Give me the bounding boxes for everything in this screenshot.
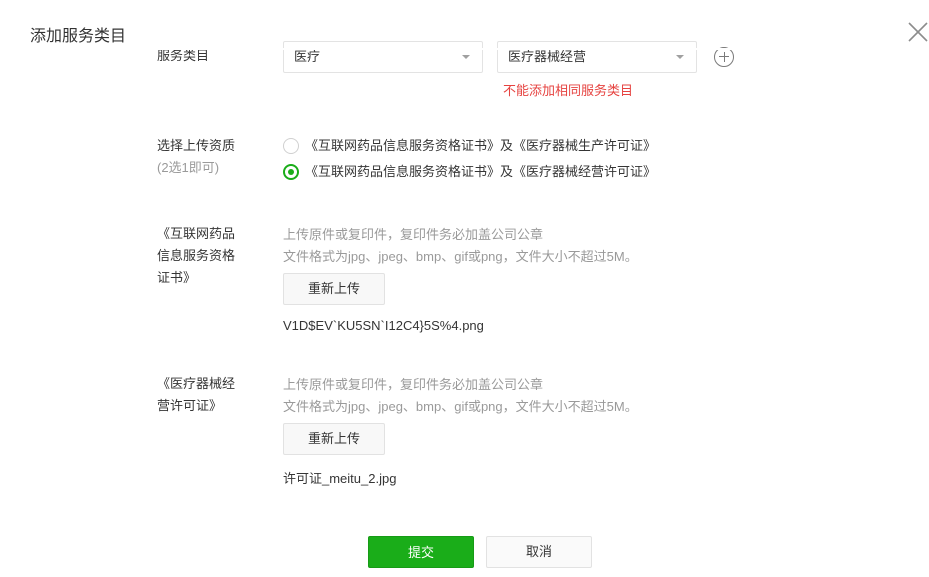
duplicate-category-error: 不能添加相同服务类目 xyxy=(503,83,634,98)
upload-2-label-line: 营许可证》 xyxy=(157,398,223,413)
reupload-button-2[interactable]: 重新上传 xyxy=(283,423,385,455)
qualification-label: 选择上传资质 (2选1即可) xyxy=(157,135,235,179)
qualification-label-main: 选择上传资质 xyxy=(157,138,236,153)
upload-1-label-line: 信息服务资格 xyxy=(157,248,236,263)
reupload-button-1[interactable]: 重新上传 xyxy=(283,273,385,305)
upload-2-hint-2: 文件格式为jpg、jpeg、bmp、gif或png，文件大小不超过5M。 xyxy=(283,399,638,414)
qualification-label-sub: (2选1即可) xyxy=(157,160,220,175)
scroll-clip xyxy=(0,48,929,50)
radio-unchecked[interactable] xyxy=(283,138,299,154)
qualification-option-1-label: 《互联网药品信息服务资格证书》及《医疗器械生产许可证》 xyxy=(305,138,657,153)
upload-2-filename[interactable]: 许可证_meitu_2.jpg xyxy=(283,468,396,487)
dialog-title: 添加服务类目 xyxy=(30,28,127,45)
secondary-category-select[interactable]: 医疗器械经营 xyxy=(497,41,697,73)
upload-2-label-line: 《医疗器械经 xyxy=(157,376,236,391)
primary-category-value: 医疗 xyxy=(294,49,321,64)
add-category-icon[interactable] xyxy=(714,47,734,67)
radio-checked[interactable] xyxy=(283,164,299,180)
upload-1-label-line: 证书》 xyxy=(157,270,197,285)
close-icon[interactable] xyxy=(906,20,929,44)
upload-1-filename[interactable]: V1D$EV`KU5SN`I12C4}5S%4.png xyxy=(283,318,484,333)
qualification-option-2-label: 《互联网药品信息服务资格证书》及《医疗器械经营许可证》 xyxy=(305,164,657,179)
upload-1-label-line: 《互联网药品 xyxy=(157,226,236,241)
upload-2-hint-1: 上传原件或复印件，复印件务必加盖公司公章 xyxy=(283,377,544,392)
submit-button[interactable]: 提交 xyxy=(368,536,474,568)
primary-category-select[interactable]: 医疗 xyxy=(283,41,483,73)
secondary-category-value: 医疗器械经营 xyxy=(508,49,587,64)
chevron-down-icon xyxy=(462,55,470,59)
upload-2-label: 《医疗器械经 营许可证》 xyxy=(157,373,235,417)
upload-1-hint-1: 上传原件或复印件，复印件务必加盖公司公章 xyxy=(283,227,544,242)
upload-1-hint-2: 文件格式为jpg、jpeg、bmp、gif或png，文件大小不超过5M。 xyxy=(283,249,638,264)
cancel-button[interactable]: 取消 xyxy=(486,536,592,568)
upload-1-label: 《互联网药品 信息服务资格 证书》 xyxy=(157,223,235,289)
chevron-down-icon xyxy=(676,55,684,59)
